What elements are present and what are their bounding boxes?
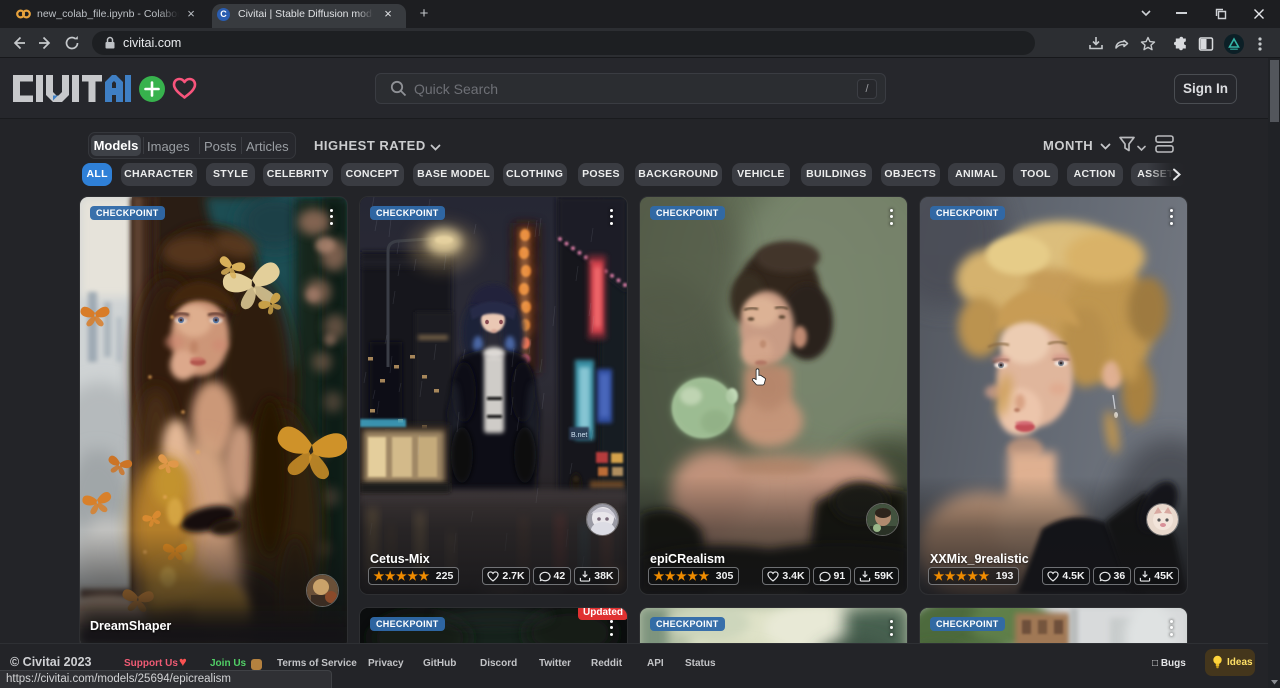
svg-text:B.net: B.net [571, 432, 587, 439]
